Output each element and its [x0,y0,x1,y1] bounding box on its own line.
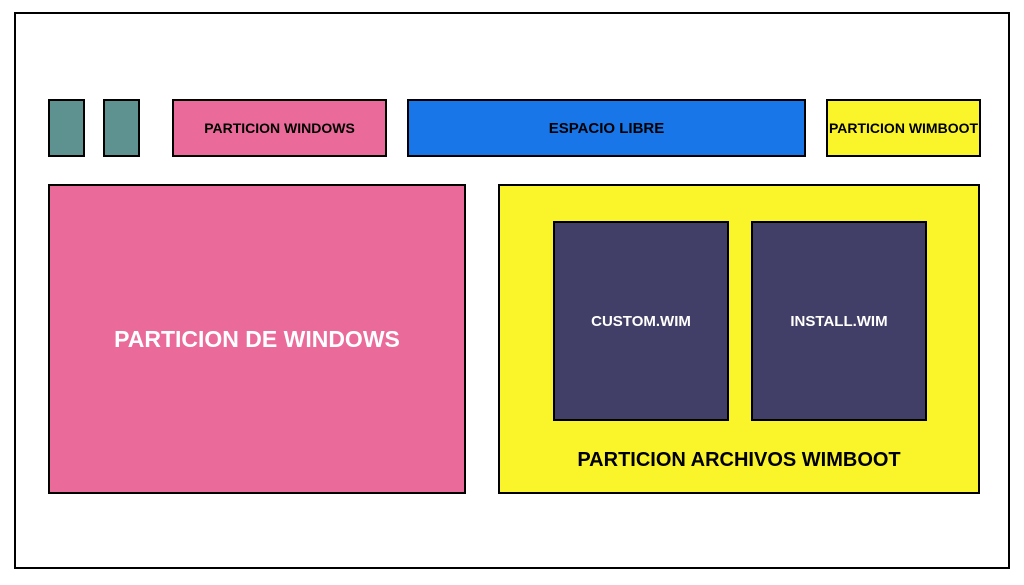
partition-wimboot-top-label: PARTICION WIMBOOT [829,120,978,136]
install-wim-label: INSTALL.WIM [790,313,887,330]
partition-windows-top: PARTICION WINDOWS [172,99,387,157]
partition-windows-top-label: PARTICION WINDOWS [204,120,355,136]
diagram-frame: PARTICION WINDOWS ESPACIO LIBRE PARTICIO… [14,12,1010,569]
custom-wim-label: CUSTOM.WIM [591,313,691,330]
partition-wimboot-detail: CUSTOM.WIM INSTALL.WIM PARTICION ARCHIVO… [498,184,980,494]
partition-wimboot-detail-label: PARTICION ARCHIVOS WIMBOOT [500,449,978,472]
wim-files-container: CUSTOM.WIM INSTALL.WIM [553,221,927,421]
detail-row: PARTICION DE WINDOWS CUSTOM.WIM INSTALL.… [48,184,980,494]
free-space-label: ESPACIO LIBRE [549,120,665,137]
reserved-partition-2 [103,99,140,157]
install-wim-file: INSTALL.WIM [751,221,927,421]
partition-wimboot-top: PARTICION WIMBOOT [826,99,981,157]
reserved-partition-1 [48,99,85,157]
free-space-block: ESPACIO LIBRE [407,99,806,157]
partition-windows-detail-label: PARTICION DE WINDOWS [114,326,400,353]
custom-wim-file: CUSTOM.WIM [553,221,729,421]
disk-layout-row: PARTICION WINDOWS ESPACIO LIBRE PARTICIO… [48,99,981,157]
partition-windows-detail: PARTICION DE WINDOWS [48,184,466,494]
